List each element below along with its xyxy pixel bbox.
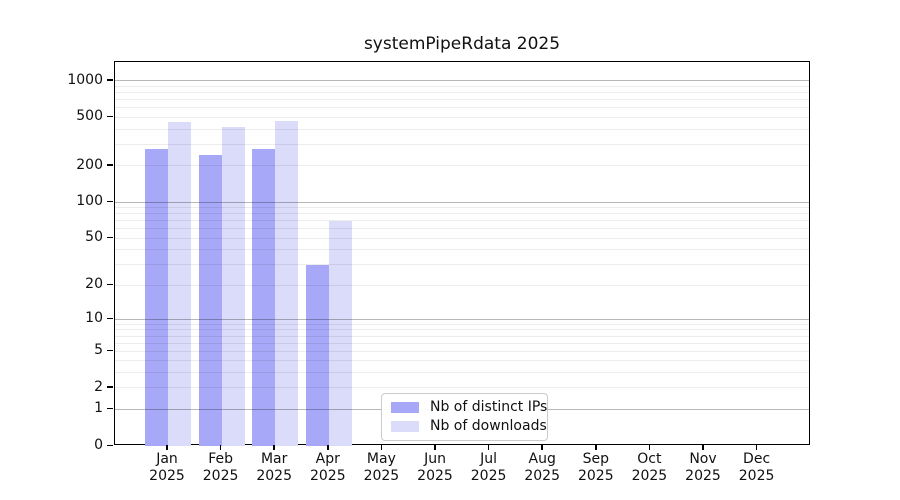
bar-distinct-ips-mar [252,149,275,446]
legend: Nb of distinct IPs Nb of downloads [381,393,548,441]
gridline-minor-500 [115,117,809,118]
y-tick-mark-0 [107,445,113,447]
legend-item-distinct-ips: Nb of distinct IPs [391,400,537,415]
gridline-minor-8 [115,329,809,330]
bar-distinct-ips-feb [199,155,222,446]
gridline-minor-60 [115,228,809,229]
x-tick-mark-jan [166,445,168,450]
gridline-minor-6 [115,343,809,344]
figure: systemPipeRdata 2025 Nb of distinct IPsN… [0,0,900,500]
legend-item-downloads: Nb of downloads [391,419,537,434]
gridline-minor-70 [115,220,809,221]
x-tick-mark-dec [756,445,758,450]
gridline-minor-800 [115,92,809,93]
x-tick-mark-mar [273,445,275,450]
y-tick-mark-1 [107,408,113,410]
y-tick-label-20: 20 [49,276,103,292]
gridline-minor-200 [115,165,809,166]
y-tick-mark-500 [107,116,113,118]
x-tick-mark-nov [702,445,704,450]
gridline-major-1000 [115,80,809,81]
gridline-minor-400 [115,129,809,130]
x-tick-mark-aug [541,445,543,450]
y-tick-label-100: 100 [49,193,103,209]
y-tick-label-50: 50 [49,229,103,245]
x-tick-mark-feb [220,445,222,450]
y-tick-mark-20 [107,284,113,286]
y-tick-label-1: 1 [49,400,103,416]
y-tick-label-200: 200 [49,157,103,173]
gridline-minor-7 [115,336,809,337]
gridline-major-100 [115,202,809,203]
gridline-minor-2 [115,387,809,388]
y-tick-label-1000: 1000 [49,72,103,88]
y-tick-mark-200 [107,164,113,166]
y-tick-mark-10 [107,318,113,320]
gridline-minor-600 [115,107,809,108]
gridline-minor-700 [115,99,809,100]
gridline-minor-4 [115,360,809,361]
bar-distinct-ips-apr [306,265,329,446]
legend-label: Nb of distinct IPs [430,400,547,415]
x-tick-mark-oct [649,445,651,450]
y-tick-label-5: 5 [49,342,103,358]
legend-label: Nb of downloads [430,419,547,434]
y-tick-label-0: 0 [49,437,103,453]
y-tick-mark-2 [107,386,113,388]
gridline-minor-40 [115,249,809,250]
gridline-minor-80 [115,213,809,214]
gridline-minor-900 [115,86,809,87]
x-tick-mark-jun [434,445,436,450]
gridline-minor-50 [115,238,809,239]
y-tick-label-10: 10 [49,310,103,326]
legend-swatch-distinct-ips [391,402,419,413]
chart-title: systemPipeRdata 2025 [114,34,810,54]
legend-swatch-downloads [391,421,419,432]
x-tick-mark-jul [488,445,490,450]
gridline-minor-9 [115,324,809,325]
gridline-minor-90 [115,207,809,208]
y-tick-label-500: 500 [49,108,103,124]
y-tick-mark-100 [107,201,113,203]
gridline-major-10 [115,319,809,320]
x-tick-label-dec: Dec 2025 [717,451,797,485]
y-tick-mark-50 [107,237,113,239]
bar-downloads-feb [222,127,245,446]
plot-area: Nb of distinct IPs Nb of downloads [114,61,810,445]
y-tick-label-2: 2 [49,379,103,395]
bar-distinct-ips-jan [145,149,168,446]
gridline-minor-5 [115,351,809,352]
gridline-minor-30 [115,264,809,265]
x-tick-mark-may [381,445,383,450]
gridline-minor-3 [115,372,809,373]
y-tick-mark-5 [107,350,113,352]
x-tick-mark-sep [595,445,597,450]
gridline-minor-20 [115,285,809,286]
bar-downloads-apr [329,221,352,446]
x-tick-mark-apr [327,445,329,450]
y-tick-mark-1000 [107,79,113,81]
gridline-minor-300 [115,144,809,145]
